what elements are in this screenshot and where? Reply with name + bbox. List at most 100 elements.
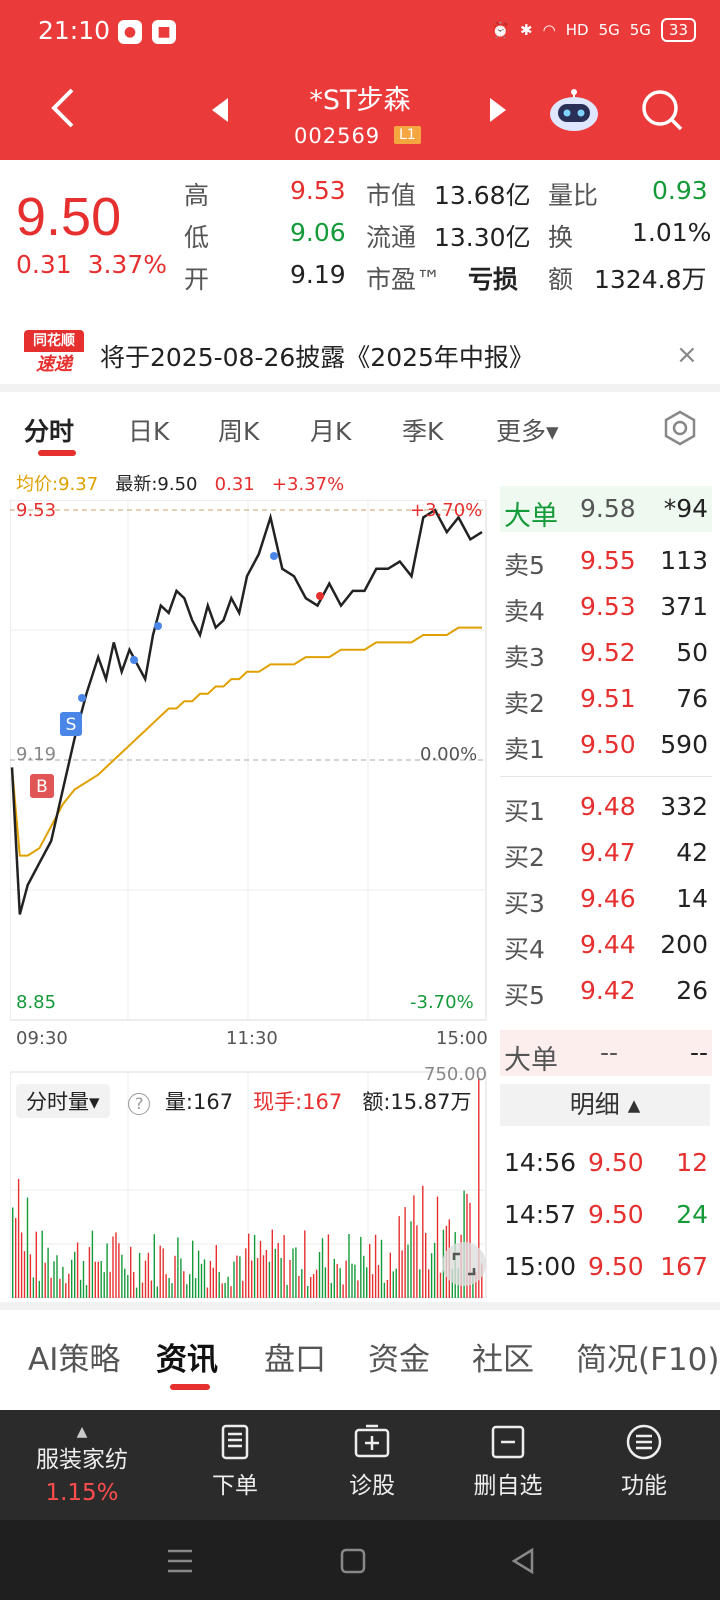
volume-bar <box>150 1280 153 1298</box>
volume-bar <box>135 1287 138 1298</box>
volume-bar <box>118 1243 120 1298</box>
volume-bar <box>321 1238 324 1298</box>
tab-f10[interactable]: 简况(F10) <box>576 1334 719 1379</box>
sector-name: 服装家纺 <box>36 1447 128 1473</box>
detail-toggle[interactable]: 明细 ▴ <box>500 1084 710 1126</box>
function-button[interactable]: 功能 <box>574 1424 714 1500</box>
tab-community[interactable]: 社区 <box>472 1334 534 1379</box>
ask-price: 9.50 <box>580 730 636 759</box>
volume-bar <box>330 1282 332 1298</box>
volume-bar <box>200 1263 203 1298</box>
ask-name: 卖3 <box>504 643 545 672</box>
float-label: 流通 <box>366 223 417 252</box>
tab-daily-k[interactable]: 日K <box>128 412 169 448</box>
back-nav-icon[interactable] <box>510 1548 536 1574</box>
prev-stock-icon[interactable] <box>210 98 230 122</box>
volume-bar <box>147 1252 150 1298</box>
big-order-price: 9.58 <box>580 494 636 523</box>
time-mid: 11:30 <box>226 1028 278 1049</box>
tab-funds[interactable]: 资金 <box>368 1334 430 1379</box>
turnover-value: 1.01% <box>632 218 712 247</box>
volume-bar <box>310 1277 312 1298</box>
tab-more[interactable]: 更多▾ <box>496 412 559 448</box>
tick-vol: 12 <box>676 1148 708 1177</box>
ths-express-logo: 同花顺 速递 <box>24 330 84 378</box>
info-tab-underline <box>170 1384 210 1390</box>
volume-bar <box>386 1280 389 1298</box>
announcement-bar[interactable]: 同花顺 速递 将于2025-08-26披露《2025年中报》 × <box>0 320 720 386</box>
open-value: 9.19 <box>290 260 346 289</box>
volume-bar <box>194 1278 197 1298</box>
volume-bar <box>345 1260 347 1298</box>
volume-bar <box>127 1275 129 1298</box>
settings-hex-icon[interactable] <box>662 410 698 446</box>
remove-label: 删自选 <box>473 1473 543 1499</box>
tab-monthly-k[interactable]: 月K <box>310 412 351 448</box>
volume-bar <box>271 1229 273 1298</box>
axis-top-pct: +3.70% <box>410 500 483 521</box>
order-button[interactable]: 下单 <box>165 1424 305 1500</box>
bid-price: 9.48 <box>580 792 636 821</box>
volume-bar <box>215 1245 217 1298</box>
volume-bar <box>242 1280 244 1298</box>
turnover-label: 换 <box>548 223 574 252</box>
volume-bar <box>79 1279 82 1298</box>
bid-name: 买1 <box>504 797 545 826</box>
diagnose-icon <box>354 1424 390 1458</box>
menu-nav-icon[interactable] <box>166 1548 194 1574</box>
bid-name: 买2 <box>504 843 545 872</box>
volume-bar <box>312 1274 315 1298</box>
volume-bar <box>227 1276 229 1298</box>
tab-intraday[interactable]: 分时 <box>24 412 74 448</box>
intraday-chart[interactable]: S B <box>10 500 494 1040</box>
pe-value: 亏损 <box>468 265 519 294</box>
volume-selector[interactable]: 分时量▾ <box>16 1084 110 1118</box>
fullscreen-icon[interactable] <box>442 1242 486 1286</box>
tab-quarterly-k[interactable]: 季K <box>402 412 443 448</box>
close-icon[interactable]: × <box>676 340 698 370</box>
back-arrow-icon[interactable] <box>44 86 84 130</box>
remove-watchlist-button[interactable]: 删自选 <box>438 1424 578 1500</box>
volume-value: 量:167 <box>164 1090 234 1114</box>
volume-bar <box>336 1263 338 1298</box>
next-stock-icon[interactable] <box>488 98 508 122</box>
tab-news[interactable]: 资讯 <box>156 1334 218 1379</box>
tab-handicap[interactable]: 盘口 <box>264 1334 326 1379</box>
bid-row-2: 买2 9.47 42 <box>500 830 712 876</box>
sell-marker[interactable]: S <box>60 712 82 736</box>
volume-bar <box>422 1185 424 1298</box>
bid-name: 买5 <box>504 981 545 1010</box>
volume-bar <box>112 1236 114 1298</box>
header-bar: 21:10 ● ■ ⏰ ✱ ◠ HD 5G 5G 33 *ST步森 002569… <box>0 0 720 160</box>
volume-bar <box>71 1259 73 1298</box>
help-icon[interactable]: ? <box>128 1093 151 1115</box>
home-nav-icon[interactable] <box>340 1548 366 1574</box>
ask-vol: 113 <box>660 546 708 575</box>
volume-bar <box>301 1269 303 1298</box>
bid-row-5: 买5 9.42 26 <box>500 968 712 1014</box>
volume-bar <box>23 1251 26 1298</box>
bid-name: 买3 <box>504 889 545 918</box>
logo-bottom-text: 速递 <box>24 352 84 378</box>
low-label: 低 <box>184 223 210 252</box>
volume-bar <box>298 1276 300 1298</box>
volume-bar <box>153 1234 155 1298</box>
diagnose-button[interactable]: 诊股 <box>302 1424 442 1500</box>
volume-bar <box>407 1244 409 1298</box>
search-icon[interactable] <box>640 88 684 132</box>
volume-bar <box>74 1251 76 1298</box>
volume-bar <box>130 1246 132 1298</box>
ai-robot-icon[interactable] <box>548 86 600 134</box>
big-order-row-2: 大单 -- -- <box>500 1030 712 1076</box>
volume-bar <box>133 1272 135 1298</box>
volume-bar <box>32 1277 35 1298</box>
buy-marker[interactable]: B <box>30 774 54 798</box>
sector-button[interactable]: ▲ 服装家纺 1.15% <box>12 1424 152 1506</box>
tab-weekly-k[interactable]: 周K <box>218 412 259 448</box>
tab-ai-strategy[interactable]: AI策略 <box>28 1334 120 1379</box>
volume-bar <box>94 1261 96 1298</box>
volume-bar <box>268 1261 271 1298</box>
axis-bot-price: 8.85 <box>16 992 57 1013</box>
volume-bar <box>439 1272 442 1298</box>
volume-bar <box>109 1271 111 1298</box>
